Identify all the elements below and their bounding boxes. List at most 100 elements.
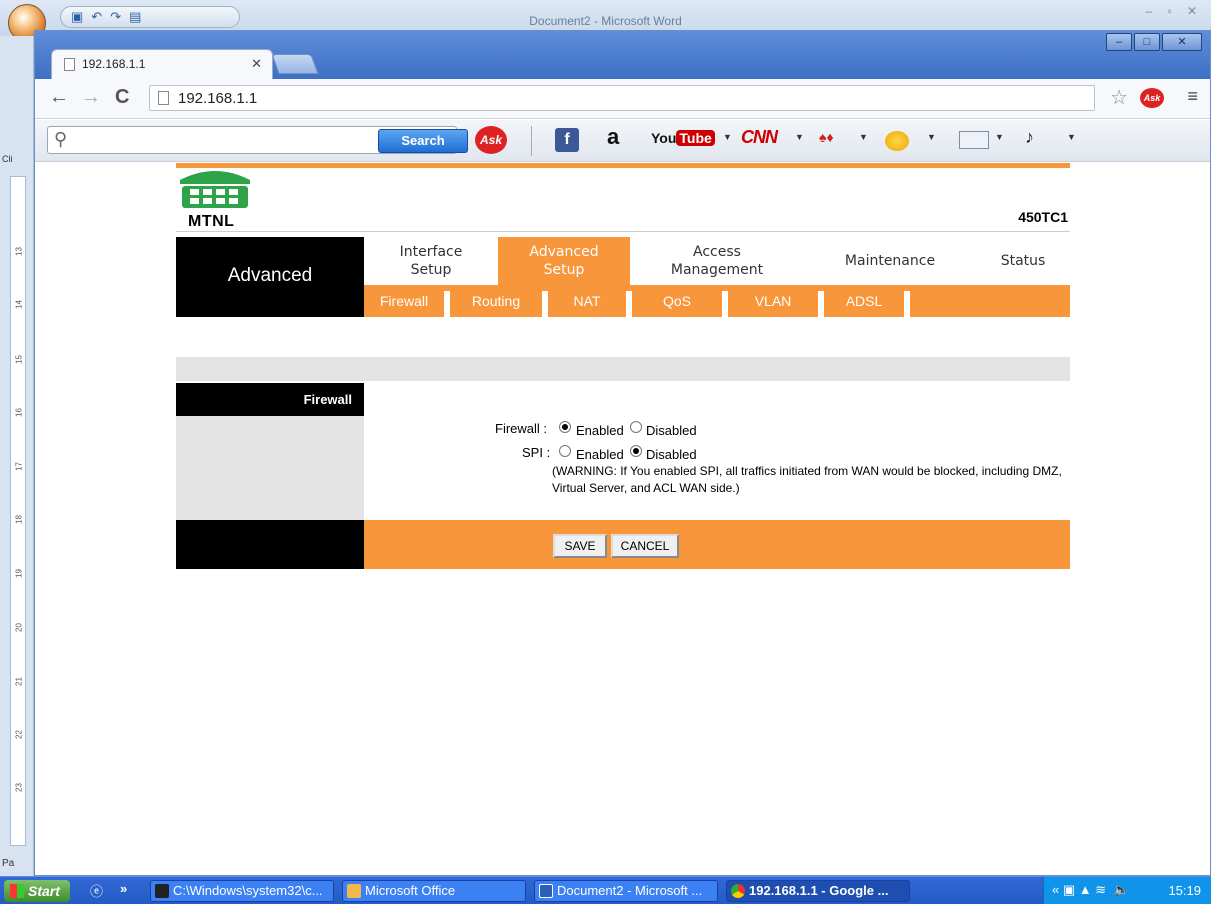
browser-tab[interactable]: 192.168.1.1 ✕ [51,49,273,79]
tab-advanced-setup[interactable]: Advanced Setup [498,237,630,285]
tab-label-line1: Interface [399,244,463,260]
maximize-button[interactable]: □ [1134,33,1160,51]
taskbar-item-word[interactable]: Document2 - Microsoft ... [534,880,718,902]
chrome-window: – □ ✕ 192.168.1.1 ✕ ← → C 192.168.1.1 ☆ … [34,30,1211,876]
firewall-label: Firewall : [495,421,548,436]
toolbar-search-button[interactable]: Search [378,129,468,153]
panel-title: Firewall [176,383,364,416]
more-quicklaunch-icon[interactable]: » [120,881,127,896]
panel-sidebar [176,416,364,520]
word-clipboard-label: Cli [2,154,13,164]
toolbar-search-input[interactable]: ⚲ Search [47,126,468,154]
forward-icon[interactable]: → [81,86,101,109]
close-button[interactable]: ✕ [1162,33,1202,51]
chrome-icon [731,884,745,898]
content-header-bar [176,357,1070,381]
minimize-button[interactable]: – [1106,33,1132,51]
subtab-separator [904,291,910,317]
vertical-ruler: 13 14 15 16 17 18 19 20 21 22 23 [10,176,26,846]
ruler-number: 17 [14,462,24,471]
dropdown-arrow-icon[interactable]: ▼ [859,132,868,142]
tab-close-icon[interactable]: ✕ [251,56,262,72]
mtnl-logo-icon [180,171,250,208]
header-divider [176,231,1070,232]
mail-icon[interactable] [959,131,989,149]
section-title: Advanced [227,265,313,286]
firewall-disabled-radio[interactable] [630,421,642,433]
top-accent-strip [176,163,1070,168]
word-window-title: Document2 - Microsoft Word [529,14,682,28]
taskbar-item-office[interactable]: Microsoft Office [342,880,526,902]
taskbar-item-chrome[interactable]: 192.168.1.1 - Google ... [726,880,910,902]
sub-navigation: Firewall Routing NAT QoS VLAN ADSL [364,285,1070,317]
ruler-number: 21 [14,677,24,686]
dropdown-arrow-icon[interactable]: ▼ [795,132,804,142]
tab-label-line2: Setup [410,262,452,278]
subtab-vlan[interactable]: VLAN [728,285,818,317]
address-bar[interactable]: 192.168.1.1 [149,85,1095,111]
dropdown-arrow-icon[interactable]: ▼ [1067,132,1076,142]
subtab-firewall[interactable]: Firewall [364,285,444,317]
taskbar-item-cmd[interactable]: C:\Windows\system32\c... [150,880,334,902]
cnn-icon[interactable]: CNN [741,127,778,153]
tray-icons[interactable]: « ▣ ▲ ≋ 🔈 [1052,882,1130,898]
tab-status[interactable]: Status [976,237,1070,285]
ruler-number: 19 [14,569,24,578]
ruler-number: 14 [14,300,24,309]
menu-icon[interactable]: ≡ [1187,86,1198,107]
start-button[interactable]: Start [4,880,70,902]
tab-label-line1: Access [693,244,741,260]
tab-interface-setup[interactable]: Interface Setup [366,237,496,285]
spi-enabled-label: Enabled [576,447,624,462]
save-button[interactable]: SAVE [553,534,607,558]
subtab-routing[interactable]: Routing [450,285,542,317]
ask-toolbar: ⚲ Search Ask f a You Tube ▼ CNN ▼ ♠♦ ▼ ▼ … [35,120,1210,162]
spi-enabled-radio[interactable] [559,445,571,457]
ruler-number: 13 [14,247,24,256]
word-icon [539,884,553,898]
window-controls: – □ ✕ [1106,33,1202,51]
new-tab-button[interactable] [271,54,319,74]
amazon-icon[interactable]: a [607,124,619,150]
weather-icon[interactable] [885,131,909,151]
games-icon[interactable]: ♠♦ [819,129,834,155]
ask-icon[interactable]: Ask [475,126,507,154]
facebook-icon[interactable]: f [555,128,579,152]
subtab-qos[interactable]: QoS [632,285,722,317]
reload-icon[interactable]: C [115,86,129,109]
page-icon [158,91,169,105]
brand-name: MTNL [188,213,235,230]
footer-left [176,520,364,569]
search-icon: ⚲ [54,129,68,149]
cancel-button[interactable]: CANCEL [611,534,679,558]
youtube-tube-text: Tube [676,130,715,146]
ruler-number: 20 [14,623,24,632]
system-tray: « ▣ ▲ ≋ 🔈 15:19 [1043,877,1211,904]
subtab-nat[interactable]: NAT [548,285,626,317]
task-label: 192.168.1.1 - Google ... [749,883,889,898]
word-window-controls[interactable]: – ▫ ✕ [1145,4,1203,18]
tab-maintenance[interactable]: Maintenance [804,237,976,285]
spi-warning-text: (WARNING: If You enabled SPI, all traffi… [552,464,1062,495]
youtube-icon[interactable]: You Tube [651,130,715,156]
back-icon[interactable]: ← [49,86,69,109]
bookmark-star-icon[interactable]: ☆ [1110,85,1128,110]
dropdown-arrow-icon[interactable]: ▼ [927,132,936,142]
url-text[interactable]: 192.168.1.1 [178,90,257,107]
section-block: Advanced [176,237,364,317]
spi-disabled-label: Disabled [646,447,697,462]
toolbar-separator [531,126,532,156]
ask-icon[interactable]: Ask [1140,88,1164,108]
subtab-adsl[interactable]: ADSL [824,285,904,317]
firewall-enabled-radio[interactable] [559,421,571,433]
spi-disabled-radio[interactable] [630,445,642,457]
sound-icon[interactable]: ♪ [1025,127,1034,153]
taskbar: Start ⓔ » C:\Windows\system32\c... Micro… [0,876,1211,904]
office-folder-icon [347,884,361,898]
footer-actions: SAVE CANCEL [364,520,1070,569]
tab-access-management[interactable]: Access Management [632,237,802,285]
cmd-icon [155,884,169,898]
ie-icon[interactable]: ⓔ [90,881,103,900]
dropdown-arrow-icon[interactable]: ▼ [995,132,1004,142]
dropdown-arrow-icon[interactable]: ▼ [723,132,732,142]
